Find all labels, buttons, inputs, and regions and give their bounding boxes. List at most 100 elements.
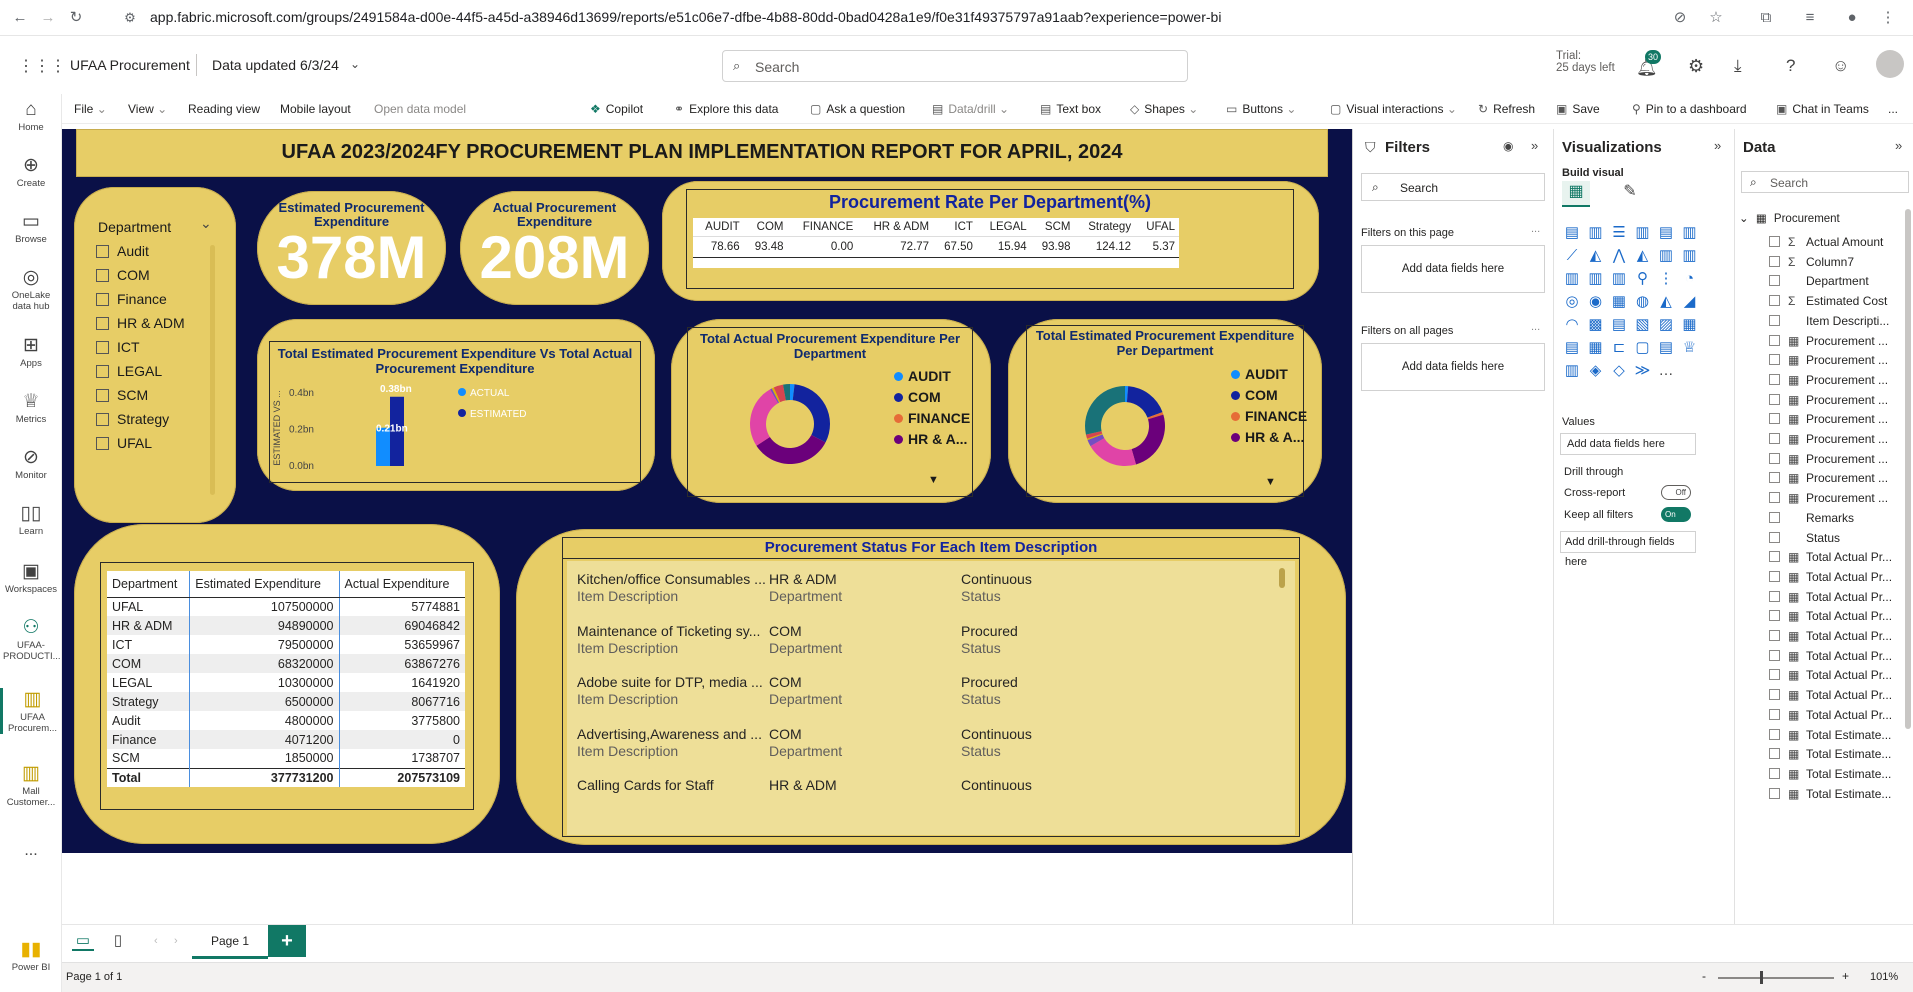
data-field[interactable]: ▦ Total Actual Pr... [1769, 550, 1892, 564]
collapse-filters-icon[interactable]: » [1531, 138, 1538, 153]
refresh-button[interactable]: ↻ Refresh [1478, 102, 1535, 116]
area-chart-icon[interactable]: ◭ [1586, 246, 1606, 266]
rail-item-browse[interactable]: ▭ Browse [0, 210, 62, 245]
legend-more-icon[interactable]: ▼ [1265, 476, 1276, 488]
shapes-button[interactable]: ◇ Shapes ⌄ [1130, 102, 1198, 116]
eye-off-icon[interactable]: ⊘ [1670, 8, 1690, 28]
checkbox[interactable] [1769, 255, 1780, 267]
chevron-down-icon[interactable]: ⌄ [350, 57, 360, 71]
line-chart-icon[interactable]: ⟋ [1562, 246, 1582, 266]
list-item[interactable]: Calling Cards for Staff HR & ADM Continuou… [567, 777, 1267, 823]
data-field[interactable]: ▦ Procurement ... [1769, 471, 1888, 485]
checkbox[interactable] [1769, 314, 1780, 326]
dept-header-cell[interactable]: Department [107, 571, 191, 598]
legend-item[interactable]: FINANCE [894, 410, 970, 431]
data-field[interactable]: Status [1769, 531, 1840, 545]
zoom-slider-thumb[interactable] [1760, 971, 1763, 984]
checkbox[interactable] [1769, 354, 1780, 366]
donut-slice[interactable] [1085, 386, 1125, 435]
filters-all-dropzone[interactable]: Add data fields here [1361, 343, 1545, 391]
download-icon[interactable]: ⤓ [1734, 56, 1742, 76]
procurement-table-node[interactable]: ⌄ ▦ Procurement [1739, 211, 1840, 225]
legend-item[interactable]: HR & A... [1231, 429, 1307, 450]
data-field[interactable]: ▦ Procurement ... [1769, 373, 1888, 387]
metrics-icon[interactable]: ♕ [1680, 338, 1700, 358]
data-field[interactable]: Item Descripti... [1769, 314, 1889, 328]
donut-slice[interactable] [1131, 414, 1165, 465]
mobile-layout-button[interactable]: Mobile layout [280, 102, 351, 116]
explore-button[interactable]: ⚭ Explore this data [674, 102, 778, 116]
data-field[interactable]: Σ Column7 [1769, 255, 1854, 269]
rail-item-learn[interactable]: ▯▯ Learn [0, 502, 62, 537]
open-data-model-button[interactable]: Open data model [374, 102, 466, 116]
checkbox[interactable] [96, 245, 109, 258]
checkbox[interactable] [1769, 472, 1780, 484]
clustered-bar-icon[interactable]: ☰ [1609, 223, 1629, 243]
checkbox[interactable] [1769, 787, 1780, 799]
chevron-down-icon[interactable]: ⌄ [200, 215, 212, 232]
rail-item-mall-customer[interactable]: ▥ Mall Customer... [0, 762, 62, 808]
slicer-item[interactable]: HR & ADM [96, 315, 185, 331]
kpi-icon[interactable]: ◠ [1562, 315, 1582, 335]
table-icon[interactable]: ▤ [1609, 315, 1629, 335]
page-next-icon[interactable]: › [174, 935, 178, 947]
data-search-input[interactable]: ⌕ Search [1741, 171, 1909, 193]
treemap-icon[interactable]: ◔ [1680, 269, 1700, 289]
checkbox[interactable] [1769, 334, 1780, 346]
narrative-icon[interactable]: ▢ [1633, 338, 1653, 358]
checkbox[interactable] [1769, 531, 1780, 543]
donut-slice[interactable] [1126, 386, 1163, 418]
checkbox[interactable] [96, 365, 109, 378]
desktop-layout-icon[interactable]: ▭ [72, 931, 94, 951]
data-field[interactable]: ▦ Procurement ... [1769, 412, 1888, 426]
list-item[interactable]: Advertising,Awareness and ... Item Descri… [567, 726, 1267, 772]
copilot-button[interactable]: ❖ Copilot [590, 102, 643, 116]
toolbar-more-button[interactable]: ... [1888, 102, 1898, 116]
stacked-column-icon[interactable]: ▥ [1586, 223, 1606, 243]
build-visual-tab-icon[interactable]: ▦ [1562, 181, 1590, 207]
donut-icon[interactable]: ⋮ [1656, 269, 1676, 289]
extensions-icon[interactable]: ⧉ [1756, 8, 1776, 28]
legend-item[interactable]: FINANCE [1231, 408, 1307, 429]
data-field[interactable]: ▦ Total Actual Pr... [1769, 649, 1892, 663]
checkbox[interactable] [1769, 748, 1780, 760]
dept-header-cell[interactable]: Estimated Expenditure [189, 571, 340, 598]
profile-icon[interactable]: ● [1842, 8, 1862, 28]
checkbox[interactable] [1769, 511, 1780, 523]
legend-item[interactable]: COM [894, 389, 970, 410]
power-apps-icon[interactable]: ▥ [1562, 361, 1582, 381]
slicer-item[interactable]: LEGAL [96, 363, 162, 379]
checkbox[interactable] [1769, 492, 1780, 504]
slicer-item[interactable]: COM [96, 267, 150, 283]
key-influencers-icon[interactable]: ▤ [1562, 338, 1582, 358]
rail-item-create[interactable]: ⊕ Create [0, 154, 62, 189]
list-item[interactable]: Kitchen/office Consumables ... Item Descr… [567, 571, 1267, 617]
checkbox[interactable] [1769, 649, 1780, 661]
data-drill-button[interactable]: ▤ Data/drill ⌄ [932, 102, 1009, 116]
donut-slice[interactable] [1090, 438, 1137, 466]
filters-page-dropzone[interactable]: Add data fields here [1361, 245, 1545, 293]
star-icon[interactable]: ☆ [1706, 8, 1726, 28]
reading-view-button[interactable]: Reading view [188, 102, 260, 116]
rail-item-ufaa-production[interactable]: ⚇ UFAA-PRODUCTI... [0, 616, 62, 662]
list-item[interactable]: Adobe suite for DTP, media ... Item Descr… [567, 674, 1267, 720]
checkbox[interactable] [96, 317, 109, 330]
rail-item-ufaa-procurement[interactable]: ▥ UFAA Procurem... [0, 688, 62, 734]
checkbox[interactable] [1769, 452, 1780, 464]
slicer-item[interactable]: Audit [96, 243, 149, 259]
page-prev-icon[interactable]: ‹ [154, 935, 158, 947]
data-field[interactable]: ▦ Procurement ... [1769, 432, 1888, 446]
checkbox[interactable] [1769, 275, 1780, 287]
donut-slice[interactable] [750, 389, 779, 446]
slicer-icon[interactable]: ▩ [1586, 315, 1606, 335]
drill-through-dropzone[interactable]: Add drill-through fields here [1560, 531, 1696, 568]
legend-item[interactable]: COM [1231, 387, 1307, 408]
checkbox[interactable] [96, 413, 109, 426]
data-field[interactable]: ▦ Procurement ... [1769, 452, 1888, 466]
rail-item-apps[interactable]: ⊞ Apps [0, 334, 62, 369]
slicer-item[interactable]: ICT [96, 339, 140, 355]
checkbox[interactable] [96, 437, 109, 450]
waterfall-icon[interactable]: ▥ [1562, 269, 1582, 289]
settings-icon[interactable]: ⚙ [1688, 56, 1704, 77]
back-arrow-icon[interactable]: ← [10, 8, 30, 28]
